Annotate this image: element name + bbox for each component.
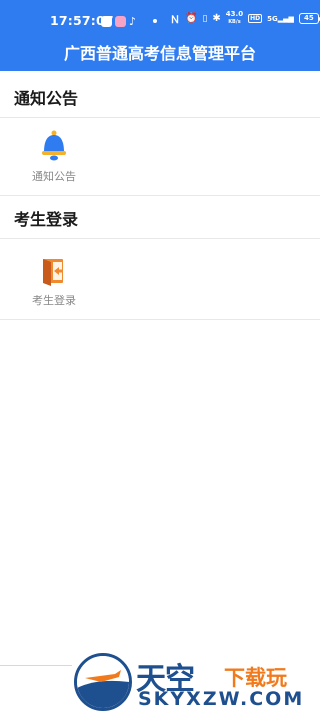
more-notifications-dot — [153, 19, 157, 23]
bluetooth-icon: ✱ — [212, 13, 221, 24]
notice-section-title: 通知公告 — [14, 89, 79, 108]
app-notification-icon — [101, 15, 112, 27]
watermark-url: SKYXZW.COM — [138, 688, 305, 710]
vibrate-icon: ▯ — [202, 13, 208, 24]
bell-icon — [42, 130, 66, 161]
page-title: 广西普通高考信息管理平台 — [63, 44, 256, 63]
notice-tile[interactable]: 通知公告 — [19, 128, 89, 200]
notice-tile-label: 通知公告 — [32, 170, 76, 183]
login-door-icon — [43, 259, 63, 286]
system-status-icons: Ｎ ⏰ ▯ ✱ 43.0 KB/s HD 5G▂▄▆ 45 — [170, 10, 320, 26]
signal-icon: 5G▂▄▆ — [267, 14, 294, 23]
login-section-title: 考生登录 — [14, 210, 79, 229]
app-header: 17:57:07 ♪ Ｎ ⏰ ▯ ✱ 43.0 KB/s HD 5G▂▄▆ 45… — [0, 0, 320, 71]
battery-icon: 45 — [298, 13, 320, 24]
watermark-logo — [74, 653, 132, 711]
nfc-icon: Ｎ — [170, 15, 180, 26]
camera-notification-icon — [115, 15, 126, 27]
status-bar: 17:57:07 ♪ Ｎ ⏰ ▯ ✱ 43.0 KB/s HD 5G▂▄▆ 45 — [0, 10, 320, 32]
login-section-header: 考生登录 — [0, 196, 320, 239]
watermark: 天空 下载玩 SKYXZW.COM — [74, 652, 320, 711]
notice-section-header: 通知公告 — [0, 75, 320, 118]
section-divider — [0, 319, 320, 320]
alarm-icon: ⏰ — [185, 13, 198, 24]
login-tile-label: 考生登录 — [32, 294, 76, 307]
bottom-divider — [0, 665, 72, 666]
network-speed: 43.0 KB/s — [225, 10, 244, 26]
tiktok-icon: ♪ — [129, 14, 137, 28]
notification-icons: ♪ — [101, 15, 136, 27]
login-tile[interactable]: 考生登录 — [19, 252, 89, 324]
hd-badge: HD — [248, 14, 263, 23]
